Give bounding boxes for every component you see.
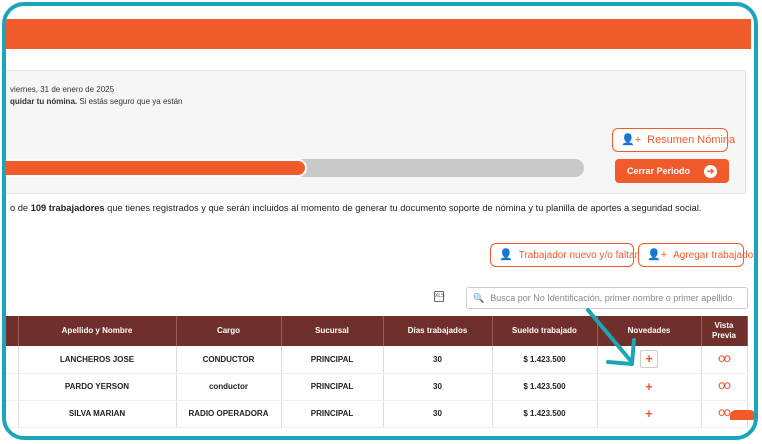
header-vista-previa: Vista Previa [701,316,748,346]
person-plus-icon: 👤+ [621,133,642,146]
trabajador-nuevo-button[interactable]: 👤 Trabajador nuevo y/o faltante [490,243,648,267]
header-cargo[interactable]: Cargo [176,316,282,346]
period-instruction: quidar tu nómina. Si estás seguro que ya… [10,97,183,106]
workers-info-text: o de 109 trabajadores que tienes registr… [10,203,702,213]
cell-sueldo: $ 1.423.500 [492,373,598,401]
header-sucursal[interactable]: Sucursal [281,316,384,346]
cell-cargo: conductor [176,373,282,401]
table-row[interactable]: SILVA MARIAN RADIO OPERADORA PRINCIPAL 3… [6,400,748,428]
resumen-nomina-label: Resumen Nómina [647,134,736,146]
cell-sucursal: PRINCIPAL [281,373,384,401]
cell-cargo: RADIO OPERADORA [176,400,282,428]
header-sueldo[interactable]: Sueldo trabajado [492,316,598,346]
add-novedad-button[interactable]: + [645,379,653,394]
glasses-icon[interactable]: ଠଠ [718,354,730,365]
header-nombre[interactable]: Apellido y Nombre [18,316,177,346]
trabajador-nuevo-label: Trabajador nuevo y/o faltante [518,249,649,261]
cell-cargo: CONDUCTOR [176,346,282,374]
cell-dias: 30 [383,400,493,428]
cell-sueldo: $ 1.423.500 [492,346,598,374]
cell-sucursal: PRINCIPAL [281,400,384,428]
cell-nombre: LANCHEROS JOSE [18,346,177,374]
period-progress-fill [6,159,307,177]
cell-sueldo: $ 1.423.500 [492,400,598,428]
cell-sucursal: PRINCIPAL [281,346,384,374]
resumen-nomina-button[interactable]: 👤+ Resumen Nómina [612,128,735,152]
cell-dias: 30 [383,373,493,401]
screenshot-frame: viernes, 31 de enero de 2025 quidar tu n… [2,2,758,440]
cell-nombre: PARDO YERSON [18,373,177,401]
agregar-trabajador-label: Agregar trabajador [673,249,757,261]
search-icon: 🔍 [473,292,485,303]
corner-tab [730,410,754,420]
agregar-trabajador-button[interactable]: 👤+ Agregar trabajador [638,243,754,267]
teal-arrow-icon [586,308,636,366]
period-panel: viernes, 31 de enero de 2025 quidar tu n… [6,70,746,194]
cerrar-periodo-button[interactable]: Cerrar Periodo ➜ [615,159,729,183]
arrow-right-icon: ➜ [704,164,717,178]
excel-export-icon[interactable]: XLS [434,291,444,302]
table-row[interactable]: PARDO YERSON conductor PRINCIPAL 30 $ 1.… [6,373,748,401]
cell-dias: 30 [383,346,493,374]
period-progress-bar [6,159,584,177]
cerrar-periodo-label: Cerrar Periodo [627,166,691,176]
header-dias[interactable]: Días trabajados [383,316,493,346]
add-novedad-button[interactable]: + [645,406,653,421]
top-banner [6,19,751,49]
person-plus-icon: 👤+ [647,248,668,261]
search-input[interactable] [490,293,741,303]
glasses-icon[interactable]: ଠଠ [718,381,730,392]
glasses-icon[interactable]: ଠଠ [718,408,730,419]
person-icon: 👤 [499,248,513,261]
cell-nombre: SILVA MARIAN [18,400,177,428]
header-blank [6,316,19,346]
period-date: viernes, 31 de enero de 2025 [10,85,115,94]
